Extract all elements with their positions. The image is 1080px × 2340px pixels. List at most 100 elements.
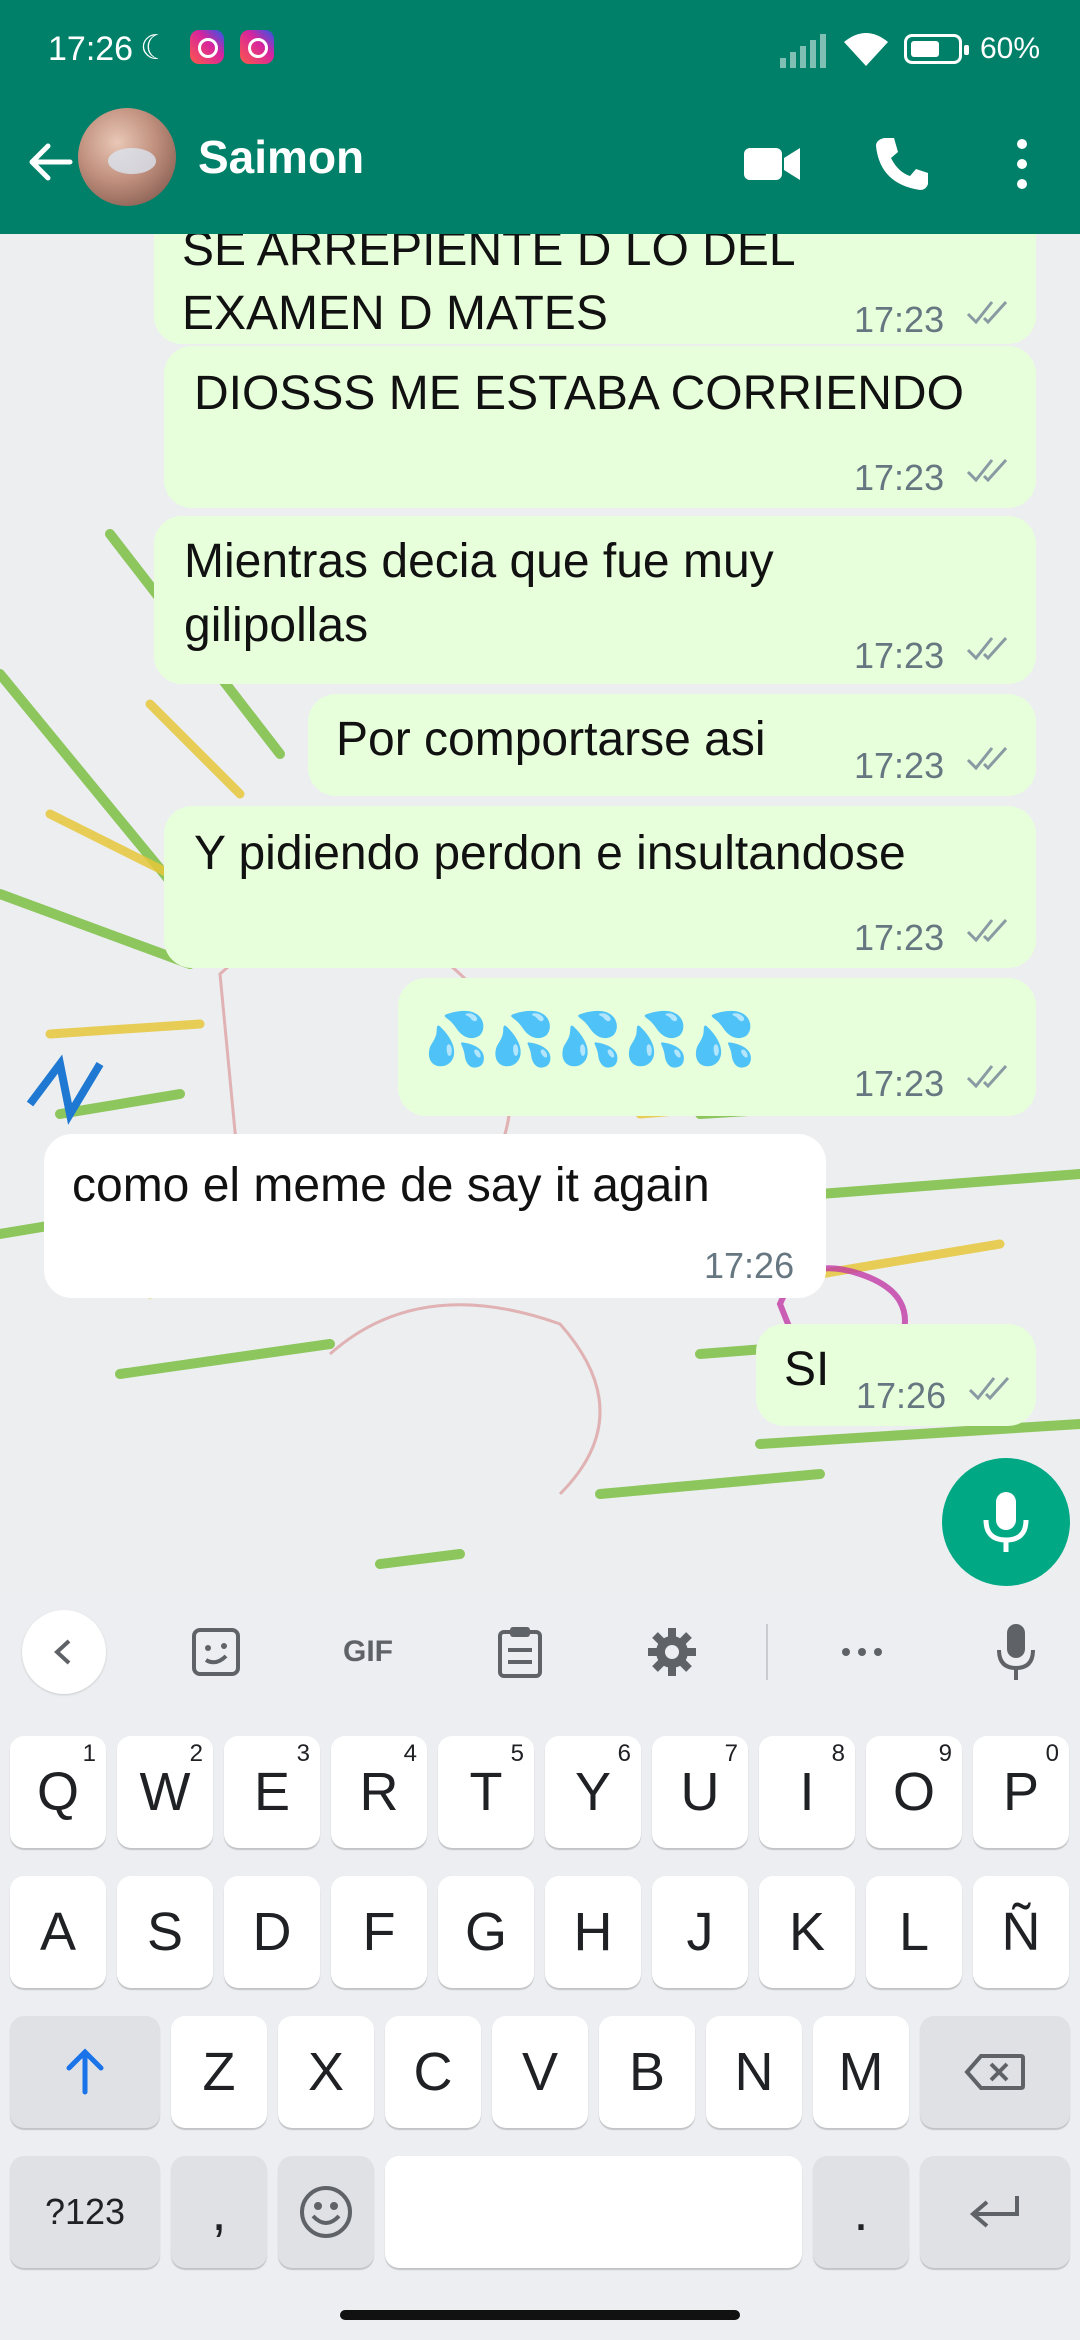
key-label: E (253, 1762, 291, 1822)
backspace-key[interactable] (920, 2016, 1070, 2128)
more-tools-button[interactable] (828, 1618, 896, 1686)
voice-input-button[interactable] (982, 1618, 1050, 1686)
avatar[interactable] (78, 108, 176, 206)
key-hint: 0 (1045, 1740, 1059, 1767)
settings-button[interactable] (638, 1618, 706, 1686)
message-time: 17:26 (856, 1375, 947, 1416)
key-v[interactable]: V (492, 2016, 588, 2128)
key-z[interactable]: Z (171, 2016, 267, 2128)
key-g[interactable]: G (438, 1876, 534, 1988)
message-bubble-outgoing[interactable]: DIOSSS ME ESTABA CORRIENDO 17:23 (164, 346, 1036, 508)
key-u[interactable]: U7 (652, 1736, 748, 1848)
key-label: A (39, 1902, 77, 1962)
battery-percent: 60% (980, 32, 1041, 65)
home-indicator[interactable] (340, 2310, 740, 2320)
back-arrow-icon[interactable] (20, 132, 80, 192)
sweat-droplets-emoji: 💦💦💦💦💦 (424, 1011, 758, 1069)
chat-area[interactable]: SE ARREPIENTE D LO DEL EXAMEN D MATES 17… (0, 234, 1080, 1594)
gear-icon (648, 1628, 696, 1676)
emoji-key[interactable] (278, 2156, 374, 2268)
key-label: D (252, 1902, 292, 1962)
shift-key[interactable] (10, 2016, 160, 2128)
message-text: SI (784, 1343, 830, 1396)
key-c[interactable]: C (385, 2016, 481, 2128)
status-bar: 17:26 ☾ 60% (0, 0, 1080, 96)
key-i[interactable]: I8 (759, 1736, 855, 1848)
key-l[interactable]: L (866, 1876, 962, 1988)
key-w[interactable]: W2 (117, 1736, 213, 1848)
key-f[interactable]: F (331, 1876, 427, 1988)
more-horizontal-icon (842, 1648, 882, 1656)
key-hint: 8 (831, 1740, 845, 1767)
key-o[interactable]: O9 (866, 1736, 962, 1848)
contact-name[interactable]: Saimon (198, 130, 364, 184)
message-bubble-outgoing[interactable]: Por comportarse asi 17:23 (308, 694, 1036, 796)
moon-icon: ☾ (140, 29, 171, 67)
key-r[interactable]: R4 (331, 1736, 427, 1848)
key-label: T (469, 1762, 503, 1822)
key-hint: 6 (617, 1740, 631, 1767)
message-text: Y pidiendo perdon e insultandose (194, 827, 906, 880)
chat-header: Saimon (0, 96, 1080, 234)
key-label: B (628, 2042, 666, 2102)
key-label: U (680, 1762, 720, 1822)
key-h[interactable]: H (545, 1876, 641, 1988)
read-receipt-icon (966, 300, 1008, 325)
key-m[interactable]: M (813, 2016, 909, 2128)
key-enye[interactable]: Ñ (973, 1876, 1069, 1988)
key-label: O (892, 1762, 935, 1822)
video-call-icon[interactable] (740, 132, 804, 196)
more-options-icon[interactable] (990, 132, 1054, 196)
key-label: S (146, 1902, 184, 1962)
key-x[interactable]: X (278, 2016, 374, 2128)
key-hint: 4 (403, 1740, 417, 1767)
key-s[interactable]: S (117, 1876, 213, 1988)
space-key[interactable] (385, 2156, 802, 2268)
key-y[interactable]: Y6 (545, 1736, 641, 1848)
microphone-icon (997, 1624, 1035, 1680)
keyboard-toolbar: GIF (0, 1594, 1080, 1712)
message-bubble-outgoing[interactable]: SE ARREPIENTE D LO DEL EXAMEN D MATES 17… (154, 234, 1036, 344)
read-receipt-icon (966, 636, 1008, 661)
key-k[interactable]: K (759, 1876, 855, 1988)
phone-call-icon[interactable] (870, 132, 934, 196)
message-bubble-incoming[interactable]: como el meme de say it again 17:26 (44, 1134, 826, 1298)
read-receipt-icon (966, 458, 1008, 483)
sticker-button[interactable] (182, 1618, 250, 1686)
backspace-icon (964, 2054, 1025, 2090)
key-j[interactable]: J (652, 1876, 748, 1988)
period-key[interactable]: . (813, 2156, 909, 2268)
collapse-toolbar-button[interactable] (22, 1610, 106, 1694)
read-receipt-icon (966, 918, 1008, 943)
chevron-left-icon (54, 1639, 71, 1665)
key-hint: 7 (724, 1740, 738, 1767)
message-bubble-outgoing[interactable]: Mientras decia que fue muy gilipollas 17… (154, 516, 1036, 684)
enter-key[interactable] (920, 2156, 1070, 2268)
key-hint: 2 (189, 1740, 203, 1767)
key-b[interactable]: B (599, 2016, 695, 2128)
toolbar-divider (766, 1624, 768, 1680)
key-label: G (464, 1902, 507, 1962)
key-a[interactable]: A (10, 1876, 106, 1988)
message-bubble-outgoing[interactable]: Y pidiendo perdon e insultandose 17:23 (164, 806, 1036, 968)
key-t[interactable]: T5 (438, 1736, 534, 1848)
read-receipt-icon (966, 746, 1008, 771)
key-e[interactable]: E3 (224, 1736, 320, 1848)
message-bubble-outgoing[interactable]: 💦💦💦💦💦 17:23 (398, 978, 1036, 1116)
key-q[interactable]: Q1 (10, 1736, 106, 1848)
clipboard-button[interactable] (486, 1618, 554, 1686)
key-label: J (686, 1902, 714, 1962)
key-label: W (139, 1762, 191, 1822)
message-text: DIOSSS ME ESTABA CORRIENDO (194, 367, 964, 420)
key-p[interactable]: P0 (973, 1736, 1069, 1848)
voice-message-button[interactable] (942, 1458, 1070, 1586)
key-label: R (359, 1762, 399, 1822)
symbols-key[interactable]: ?123 (10, 2156, 160, 2268)
gif-button[interactable]: GIF (334, 1618, 402, 1686)
key-n[interactable]: N (706, 2016, 802, 2128)
comma-key[interactable]: , (171, 2156, 267, 2268)
key-label: P (1002, 1762, 1040, 1822)
signal-icon (780, 34, 826, 68)
key-d[interactable]: D (224, 1876, 320, 1988)
message-bubble-outgoing[interactable]: SI 17:26 (756, 1324, 1036, 1426)
